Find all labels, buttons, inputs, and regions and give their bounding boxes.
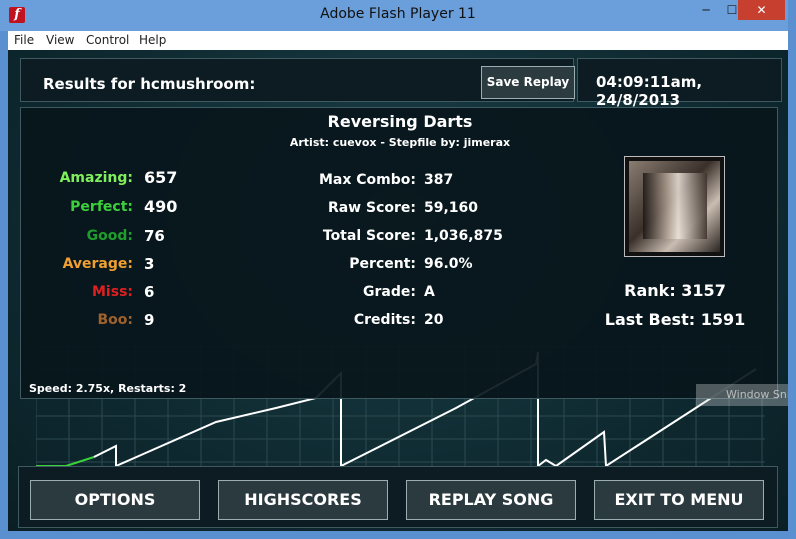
judgement-value: 76	[144, 227, 165, 245]
judgement-value: 6	[144, 283, 155, 301]
judgement-value: 3	[144, 255, 155, 273]
menu-view[interactable]: View	[46, 33, 74, 47]
exit-to-menu-button[interactable]: EXIT TO MENU	[594, 480, 764, 520]
datetime-text: 04:09:11am, 24/8/2013	[596, 73, 703, 109]
datetime-box: 04:09:11am, 24/8/2013	[577, 58, 782, 109]
stat-credits-value: 20	[424, 312, 444, 328]
options-button[interactable]: OPTIONS	[30, 480, 200, 520]
stat-max-combo-label: Max Combo:	[318, 172, 416, 188]
replay-song-button[interactable]: REPLAY SONG	[406, 480, 576, 520]
stat-raw-score-value: 59,160	[424, 200, 479, 216]
title-bar: f Adobe Flash Player 11 ─ ☐ ✕	[0, 0, 796, 31]
stat-percent-label: Percent:	[349, 256, 416, 272]
song-title: Reversing Darts	[327, 112, 473, 131]
song-credit: Artist: cuevox - Stepfile by: jimerax	[289, 136, 511, 149]
speed-restarts-text: Speed: 2.75x, Restarts: 2	[29, 382, 187, 395]
highscores-button[interactable]: HIGHSCORES	[218, 480, 388, 520]
judgement-label: Boo:	[97, 312, 133, 328]
judgement-label: Amazing:	[59, 170, 133, 186]
results-panel: Reversing Darts Artist: cuevox - Stepfil…	[20, 107, 778, 399]
stat-grade-value: A	[424, 284, 435, 300]
close-icon[interactable]: ✕	[738, 0, 785, 20]
stat-credits-label: Credits:	[353, 312, 416, 328]
results-header: Results for hcmushroom: Save Replay	[20, 58, 575, 102]
bottom-button-bar: OPTIONS HIGHSCORES REPLAY SONG EXIT TO M…	[18, 466, 778, 528]
stat-percent-value: 96.0%	[424, 256, 473, 272]
window-title: Adobe Flash Player 11	[320, 6, 476, 22]
judgement-value: 9	[144, 311, 155, 329]
stat-raw-score-label: Raw Score:	[327, 200, 416, 216]
menu-control[interactable]: Control	[86, 33, 129, 47]
judgement-value: 657	[144, 168, 178, 187]
judgement-label: Good:	[86, 228, 133, 244]
window-snip-overlay: Window Snip	[696, 384, 788, 406]
song-jacket-image	[624, 156, 725, 257]
stat-grade-label: Grade:	[363, 284, 416, 300]
minimize-icon[interactable]: ─	[693, 0, 719, 20]
stat-total-score-value: 1,036,875	[424, 228, 503, 244]
stat-max-combo-value: 387	[424, 172, 454, 188]
game-stage: Results for hcmushroom: Save Replay 04:0…	[8, 50, 788, 531]
window-border	[788, 0, 796, 539]
results-title: Results for hcmushroom:	[43, 75, 256, 93]
save-replay-button[interactable]: Save Replay	[481, 66, 575, 99]
menu-bar: File View Control Help	[8, 31, 788, 50]
menu-file[interactable]: File	[14, 33, 34, 47]
judgement-label: Average:	[62, 256, 133, 272]
menu-help[interactable]: Help	[139, 33, 166, 47]
judgement-label: Perfect:	[70, 199, 133, 215]
judgement-value: 490	[144, 197, 178, 216]
judgement-label: Miss:	[92, 284, 133, 300]
last-best-text: Last Best: 1591	[604, 310, 746, 329]
stat-total-score-label: Total Score:	[322, 228, 416, 244]
jacket-art	[629, 161, 720, 252]
rank-text: Rank: 3157	[624, 281, 726, 300]
